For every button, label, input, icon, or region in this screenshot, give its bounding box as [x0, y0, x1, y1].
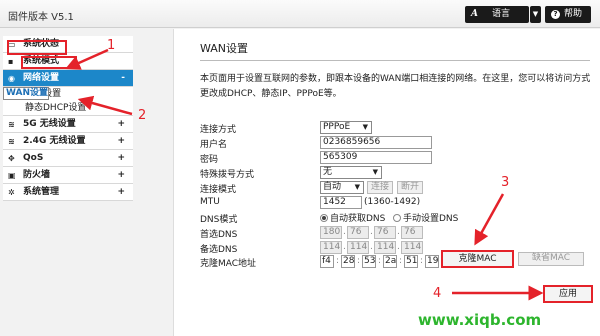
arrow-2 — [77, 95, 133, 116]
arrow-1 — [65, 48, 109, 70]
annotation-number-3: 3 — [501, 175, 510, 190]
watermark: www.xiqb.com — [418, 311, 542, 329]
annotation-number-4: 4 — [433, 286, 442, 301]
annotation-number-1: 1 — [107, 38, 116, 53]
annotation-arrows — [65, 48, 544, 301]
arrow-3 — [474, 193, 505, 246]
annotation-number-2: 2 — [138, 108, 147, 123]
